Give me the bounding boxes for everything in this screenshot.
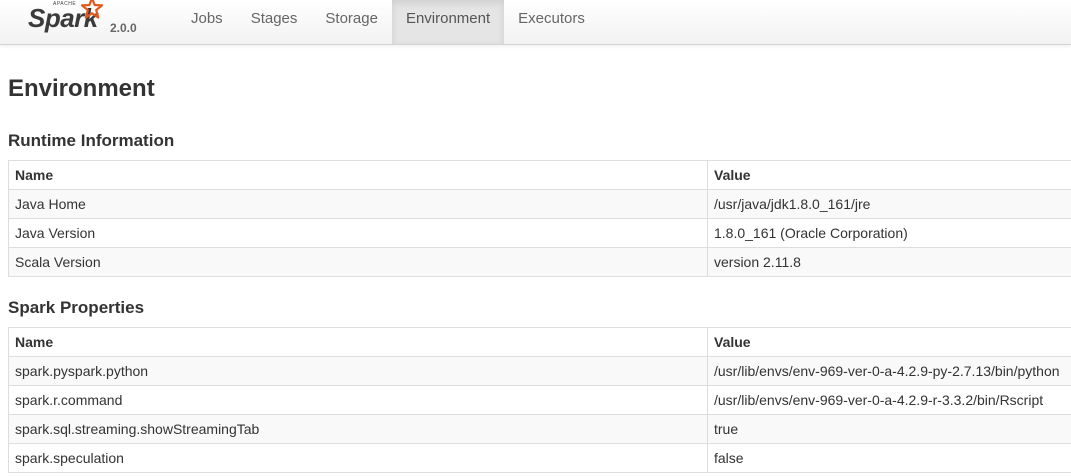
runtime-information-heading: Runtime Information (8, 131, 175, 150)
property-name: spark.sql.streaming.showStreamingTab (8, 414, 708, 444)
tab-stages[interactable]: Stages (237, 0, 312, 44)
property-value: 1.8.0_161 (Oracle Corporation) (707, 218, 1071, 248)
property-name: Java Version (8, 218, 708, 248)
property-name: spark.pyspark.python (8, 356, 708, 386)
property-value: /usr/lib/envs/env-969-ver-0-a-4.2.9-r-3.… (707, 385, 1071, 415)
table-row: Scala Version version 2.11.8 (8, 247, 1071, 277)
name-column-header[interactable]: Name (8, 327, 708, 357)
value-column-header[interactable]: Value (707, 160, 1071, 190)
tab-executors[interactable]: Executors (504, 0, 599, 44)
property-name: Java Home (8, 189, 708, 219)
main-nav: Jobs Stages Storage Environment Executor… (177, 0, 599, 44)
tab-storage[interactable]: Storage (311, 0, 392, 44)
spark-logo[interactable]: Spark APACHE 2.0.0 (26, 0, 166, 44)
table-header-row: Name Value (8, 327, 1071, 357)
page-title: Environment (8, 75, 155, 102)
value-column-header[interactable]: Value (707, 327, 1071, 357)
spark-properties-table: Name Value spark.pyspark.python /usr/lib… (8, 327, 1071, 473)
property-name: Scala Version (8, 247, 708, 277)
table-row: spark.sql.streaming.showStreamingTab tru… (8, 414, 1071, 444)
table-row: spark.pyspark.python /usr/lib/envs/env-9… (8, 356, 1071, 386)
spark-version: 2.0.0 (110, 21, 137, 35)
property-name: spark.r.command (8, 385, 708, 415)
tab-jobs[interactable]: Jobs (177, 0, 237, 44)
table-row: Java Version 1.8.0_161 (Oracle Corporati… (8, 218, 1071, 248)
table-row: Java Home /usr/java/jdk1.8.0_161/jre (8, 189, 1071, 219)
tab-environment[interactable]: Environment (391, 0, 505, 44)
table-row: spark.r.command /usr/lib/envs/env-969-ve… (8, 385, 1071, 415)
logo-apache-label: APACHE (53, 1, 77, 7)
table-row: spark.speculation false (8, 443, 1071, 473)
property-value: /usr/java/jdk1.8.0_161/jre (707, 189, 1071, 219)
property-value: true (707, 414, 1071, 444)
name-column-header[interactable]: Name (8, 160, 708, 190)
spark-star-icon (81, 0, 103, 19)
top-navbar: Spark APACHE 2.0.0 Jobs Stages Storage E… (0, 0, 1071, 45)
runtime-information-table: Name Value Java Home /usr/java/jdk1.8.0_… (8, 160, 1071, 277)
property-value: /usr/lib/envs/env-969-ver-0-a-4.2.9-py-2… (707, 356, 1071, 386)
spark-properties-heading: Spark Properties (8, 298, 145, 317)
property-name: spark.speculation (8, 443, 708, 473)
property-value: false (707, 443, 1071, 473)
property-value: version 2.11.8 (707, 247, 1071, 277)
table-header-row: Name Value (8, 160, 1071, 190)
